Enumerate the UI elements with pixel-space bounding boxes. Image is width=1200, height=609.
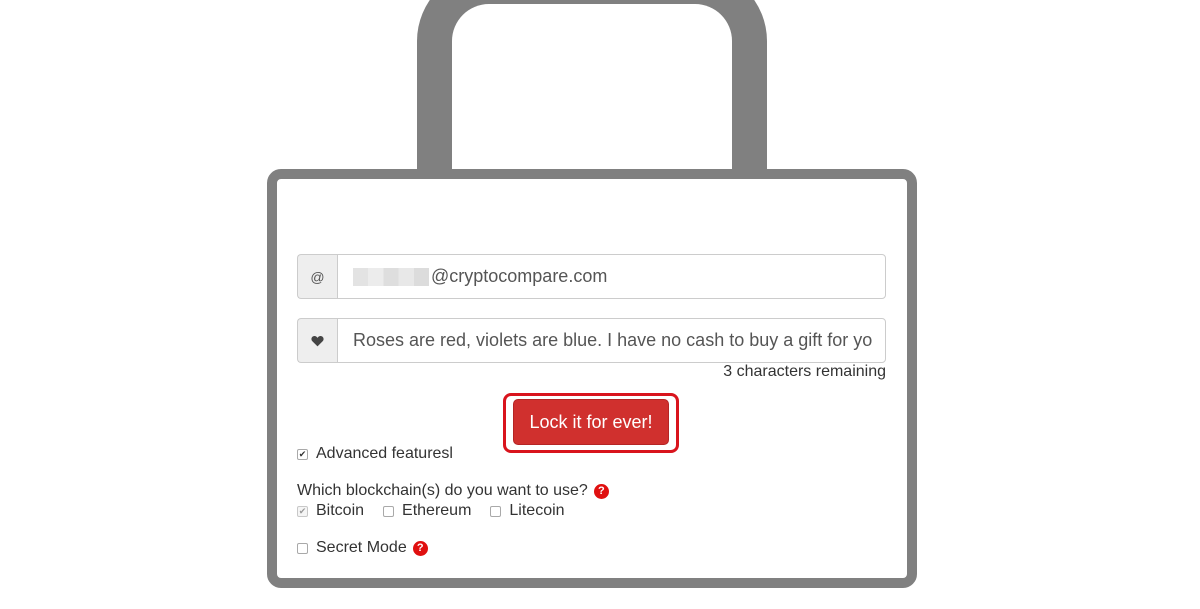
advanced-features-checkbox[interactable] [297,448,308,460]
heart-icon-glyph [311,335,324,346]
question-circle-icon[interactable]: ? [593,483,609,499]
blockchain-option-litecoin: Litecoin [490,502,565,520]
email-input-group: @ @cryptocompare.com [297,254,886,299]
blockchain-option-ethereum: Ethereum [383,502,471,520]
redacted-username [353,267,429,286]
email-domain-text: @cryptocompare.com [431,266,608,286]
bitcoin-checkbox[interactable] [297,505,308,517]
secret-mode-checkbox[interactable] [297,542,308,554]
message-field[interactable]: Roses are red, violets are blue. I have … [337,318,886,363]
at-icon: @ [297,254,337,299]
ethereum-label[interactable]: Ethereum [402,502,471,520]
lock-it-forever-button[interactable]: Lock it for ever! [513,399,669,445]
litecoin-checkbox[interactable] [490,505,502,517]
ethereum-checkbox[interactable] [383,505,395,517]
blockchain-option-bitcoin: Bitcoin [297,502,364,520]
litecoin-label[interactable]: Litecoin [509,502,564,520]
advanced-features-option: Advanced featuresl [297,445,453,463]
blockchain-question: Which blockchain(s) do you want to use? … [297,482,609,500]
blockchain-question-text: Which blockchain(s) do you want to use? [297,482,588,499]
heart-icon [297,318,337,363]
secret-mode-option: Secret Mode ? [297,539,428,557]
characters-remaining: 3 characters remaining [723,363,886,380]
blockchain-options: Bitcoin Ethereum Litecoin [297,502,584,520]
advanced-features-label[interactable]: Advanced featuresl [316,445,453,463]
message-input-group: Roses are red, violets are blue. I have … [297,318,886,363]
bitcoin-label[interactable]: Bitcoin [316,502,364,520]
secret-mode-label[interactable]: Secret Mode [316,539,407,557]
email-field[interactable]: @cryptocompare.com [337,254,886,299]
question-circle-icon[interactable]: ? [412,540,428,556]
